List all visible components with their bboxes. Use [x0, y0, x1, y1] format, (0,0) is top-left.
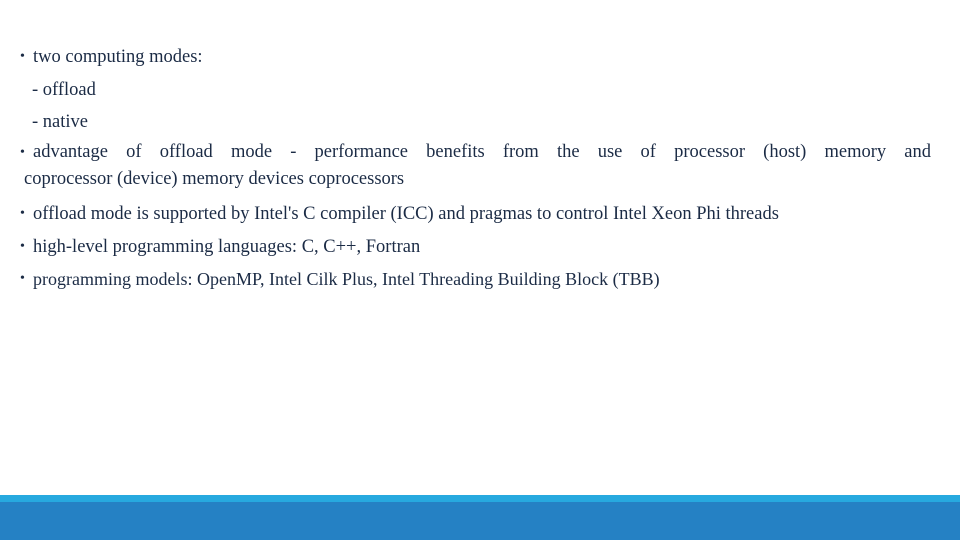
footer-accent-band-dark — [0, 502, 960, 540]
sub-bullet-item-native: - native — [0, 106, 88, 138]
bullet-paragraph: • advantage of offload mode - performanc… — [0, 139, 960, 193]
sub-bullet-text: - native — [32, 112, 88, 132]
bullet-item-computing-modes: • two computing modes: — [0, 41, 203, 73]
footer-accent-band-light — [0, 495, 960, 502]
slide-canvas: • two computing modes: - offload - nativ… — [0, 0, 960, 540]
bullet-dot-icon: • — [20, 145, 25, 160]
bullet-row: • high-level programming languages: C, C… — [0, 231, 420, 263]
bullet-item-offload-advantage: • advantage of offload mode - performanc… — [0, 139, 960, 193]
bullet-text: high-level programming languages: C, C++… — [33, 237, 421, 257]
bullet-row: • programming models: OpenMP, Intel Cilk… — [0, 263, 660, 295]
bullet-dot-icon: • — [20, 239, 25, 254]
bullet-row: • two computing modes: — [0, 41, 203, 73]
bullet-dot-icon: • — [20, 49, 25, 64]
sub-bullet-row: - native — [0, 106, 88, 138]
sub-bullet-item-offload: - offload — [0, 74, 96, 106]
bullet-text: offload mode is supported by Intel's C c… — [33, 204, 779, 224]
sub-bullet-row: - offload — [0, 74, 96, 106]
bullet-text: two computing modes: — [33, 47, 203, 67]
bullet-row: • offload mode is supported by Intel's C… — [0, 198, 779, 230]
bullet-dot-icon: • — [20, 271, 25, 286]
bullet-item-languages: • high-level programming languages: C, C… — [0, 231, 420, 263]
sub-bullet-text: - offload — [32, 80, 96, 100]
bullet-text: programming models: OpenMP, Intel Cilk P… — [33, 269, 660, 289]
bullet-item-offload-support: • offload mode is supported by Intel's C… — [0, 198, 779, 230]
paragraph-line-2: coprocessor (device) memory devices copr… — [24, 169, 405, 189]
bullet-dot-icon: • — [20, 206, 25, 221]
paragraph-line-1: advantage of offload mode - performance … — [33, 142, 931, 162]
bullet-item-programming-models: • programming models: OpenMP, Intel Cilk… — [0, 263, 660, 295]
